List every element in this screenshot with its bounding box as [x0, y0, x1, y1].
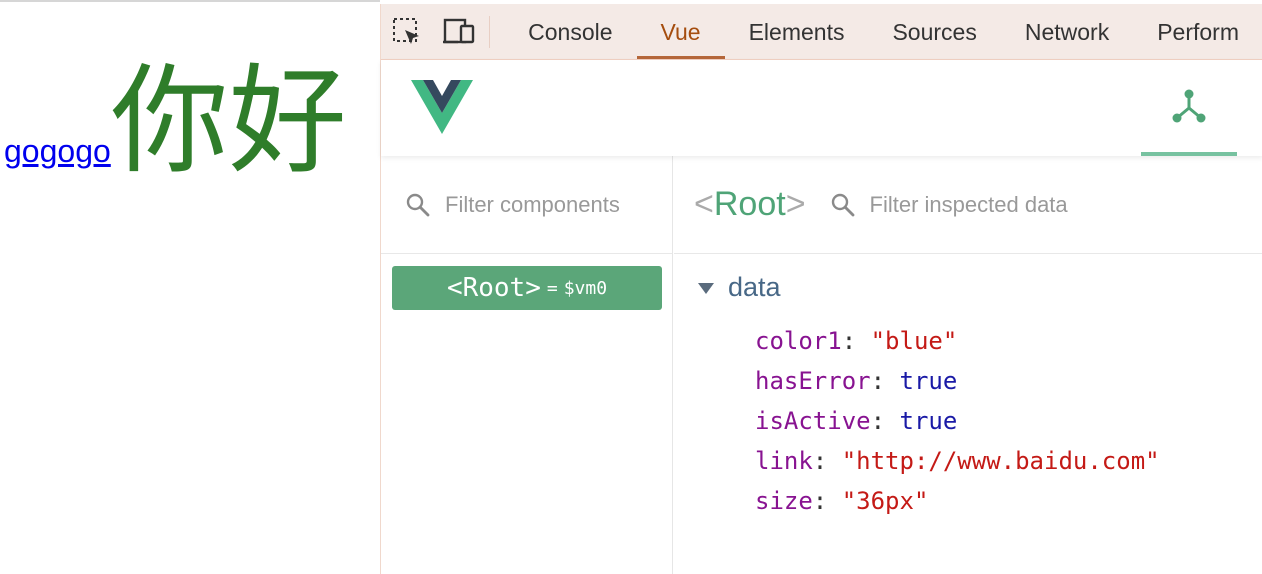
vue-devtools-header: [381, 60, 1262, 156]
component-eq: =: [546, 277, 558, 299]
device-toggle-icon[interactable]: [433, 4, 485, 59]
tab-performance[interactable]: Perform: [1133, 4, 1262, 59]
component-name: <Root>: [446, 273, 541, 303]
tab-elements[interactable]: Elements: [725, 4, 869, 59]
inspector-pane: <Root> data color1: "blue" hasError: tru…: [674, 156, 1262, 574]
filter-components-input[interactable]: [445, 191, 665, 218]
devtools-panel: Console Vue Elements Sources Network Per…: [380, 4, 1262, 574]
tab-sources[interactable]: Sources: [868, 4, 1000, 59]
data-section-toggle[interactable]: data: [698, 272, 1160, 303]
prop-row[interactable]: size: "36px": [755, 481, 1160, 521]
tab-network[interactable]: Network: [1001, 4, 1133, 59]
inspected-component-title: <Root>: [694, 185, 806, 223]
data-props-list: color1: "blue" hasError: true isActive: …: [755, 321, 1160, 521]
search-icon: [830, 192, 856, 218]
component-filter-row: [381, 156, 672, 254]
page-content: gogogo你好: [4, 36, 374, 243]
component-vm-ref: $vm0: [563, 277, 608, 299]
toolbar-divider: [489, 16, 491, 48]
page-viewport: gogogo你好: [0, 0, 380, 574]
styled-text: 你好: [110, 52, 347, 190]
prop-row[interactable]: link: "http://www.baidu.com": [755, 441, 1160, 481]
devtools-toolbar: Console Vue Elements Sources Network Per…: [381, 4, 1262, 60]
caret-down-icon: [698, 283, 714, 294]
component-tree-pane: <Root> = $vm0: [381, 156, 673, 574]
inspector-header-row: <Root>: [674, 156, 1262, 254]
data-section: data color1: "blue" hasError: true isAct…: [698, 272, 1160, 521]
data-section-label: data: [728, 272, 781, 302]
gogogo-link[interactable]: gogogo: [4, 133, 111, 169]
tab-console[interactable]: Console: [504, 4, 636, 59]
vue-logo-icon: [411, 80, 473, 139]
filter-inspected-input[interactable]: [869, 191, 1130, 218]
components-tab[interactable]: [1141, 60, 1237, 156]
inspect-element-icon[interactable]: [381, 4, 433, 59]
prop-row[interactable]: isActive: true: [755, 401, 1160, 441]
prop-row[interactable]: color1: "blue": [755, 321, 1160, 361]
component-root-item[interactable]: <Root> = $vm0: [392, 266, 662, 310]
prop-row[interactable]: hasError: true: [755, 361, 1160, 401]
component-tree-icon: [1172, 89, 1206, 123]
tab-vue[interactable]: Vue: [636, 4, 725, 59]
search-icon: [405, 192, 431, 218]
